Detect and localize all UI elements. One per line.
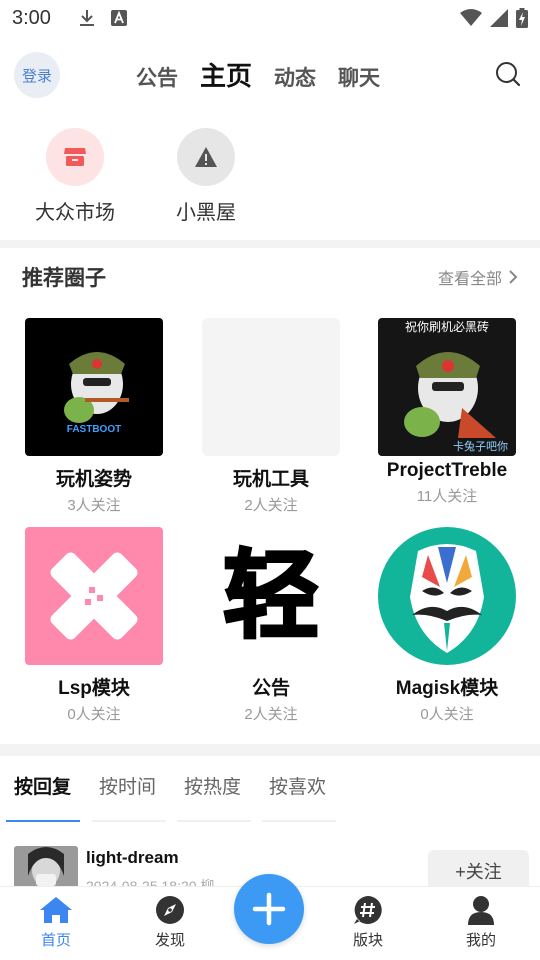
download-icon	[79, 10, 94, 26]
post-username[interactable]: light-dream	[86, 848, 179, 868]
recommended-header: 推荐圈子 查看全部	[22, 262, 518, 292]
section-divider	[0, 240, 540, 248]
circle-thumb: 轻	[202, 527, 340, 665]
circle-name: Lsp模块	[58, 678, 130, 699]
nav-item-sections[interactable]: 版块	[328, 895, 408, 950]
status-time: 3:00	[12, 6, 51, 29]
quick-label-market: 大众市场	[35, 202, 115, 224]
circle-card[interactable]: Magisk模块 0人关注	[357, 527, 537, 724]
section-divider	[0, 744, 540, 756]
circle-followers: 0人关注	[67, 706, 121, 723]
tab-announcement[interactable]: 公告	[136, 62, 178, 92]
circle-card[interactable]: FASTBOOT 玩机姿势 3人关注	[4, 318, 184, 515]
tab-home[interactable]: 主页	[200, 56, 252, 93]
top-tabs: 公告 主页 动态 聊天	[136, 56, 380, 93]
quick-entries: 大众市场 小黑屋	[0, 128, 540, 228]
warning-icon-circle	[177, 128, 235, 186]
compass-icon	[156, 896, 184, 924]
plus-icon	[252, 892, 286, 926]
thumb-caption-bottom: 卡兔子吧你	[453, 441, 508, 453]
sort-tab-underline	[262, 820, 336, 822]
signal-icon	[490, 9, 508, 27]
view-all-link[interactable]: 查看全部	[438, 265, 518, 289]
nav-label-me: 我的	[465, 932, 496, 949]
recommended-title: 推荐圈子	[22, 267, 106, 290]
nav-item-home[interactable]: 首页	[16, 895, 96, 950]
home-icon	[40, 897, 72, 923]
circle-name: 公告	[251, 678, 290, 699]
nav-item-me[interactable]: 我的	[441, 895, 521, 950]
login-button[interactable]: 登录	[14, 52, 60, 98]
circle-followers: 2人关注	[244, 706, 298, 723]
sort-tab-hot[interactable]: 按热度	[184, 772, 241, 799]
circle-name: ProjectTreble	[386, 460, 508, 481]
quick-item-market[interactable]: 大众市场	[25, 128, 125, 225]
user-icon	[468, 896, 494, 925]
circle-name: 玩机姿势	[55, 469, 132, 490]
circle-followers: 11人关注	[416, 488, 478, 505]
nav-label-discover: 发现	[154, 932, 185, 949]
lsposed-logo-image	[50, 552, 138, 640]
tab-activity[interactable]: 动态	[274, 62, 316, 92]
create-post-button[interactable]	[234, 874, 304, 944]
battery-icon	[516, 8, 528, 28]
circle-followers: 3人关注	[67, 497, 121, 514]
circle-card[interactable]: 轻 公告 2人关注	[181, 527, 361, 724]
circle-thumb	[378, 527, 516, 665]
sort-tab-underline	[177, 820, 251, 822]
mi-bunny-fastboot-image	[64, 352, 129, 423]
circle-name: Magisk模块	[395, 678, 499, 699]
store-icon-circle	[46, 128, 104, 186]
status-bar: 3:00	[0, 0, 540, 36]
circle-thumb	[25, 527, 163, 665]
circle-followers: 2人关注	[244, 497, 298, 514]
header: 登录 公告 主页 动态 聊天	[0, 50, 540, 100]
warning-icon	[195, 147, 217, 167]
sort-tab-underline	[92, 820, 166, 822]
circle-card[interactable]: Lsp模块 0人关注	[4, 527, 184, 724]
circle-card[interactable]: 祝你刷机必黑砖 卡兔子吧你 ProjectTreble 11人关注	[357, 318, 537, 506]
light-character-logo: 轻	[222, 540, 321, 652]
sort-tab-time[interactable]: 按时间	[99, 772, 156, 799]
circle-thumb: 祝你刷机必黑砖 卡兔子吧你	[378, 318, 516, 456]
search-icon[interactable]	[494, 60, 522, 88]
sort-tab-reply[interactable]: 按回复	[14, 772, 71, 799]
hashtag-icon	[354, 896, 382, 924]
nav-label-sections: 版块	[352, 932, 383, 949]
mi-bunny-treble-image	[404, 352, 496, 438]
sort-tab-indicator	[6, 820, 80, 822]
quick-label-blackroom: 小黑屋	[176, 202, 236, 224]
chevron-right-icon	[509, 270, 518, 284]
sort-tabs: 按回复 按时间 按热度 按喜欢	[14, 772, 326, 799]
wifi-icon	[460, 9, 482, 26]
sort-tab-like[interactable]: 按喜欢	[269, 772, 326, 799]
circle-card[interactable]: 玩机工具 2人关注	[181, 318, 361, 515]
nav-label-home: 首页	[40, 932, 71, 949]
circle-thumb	[202, 318, 340, 456]
nav-item-discover[interactable]: 发现	[130, 895, 210, 950]
quick-item-blackroom[interactable]: 小黑屋	[156, 128, 256, 225]
a-icon	[110, 10, 127, 26]
store-icon	[64, 148, 86, 166]
magisk-logo-image	[410, 544, 484, 653]
tab-chat[interactable]: 聊天	[338, 62, 380, 92]
thumb-caption-top: 祝你刷机必黑砖	[404, 320, 489, 334]
circle-followers: 0人关注	[420, 706, 474, 723]
thumb-caption: FASTBOOT	[66, 424, 122, 435]
view-all-label: 查看全部	[437, 271, 502, 288]
circle-name: 玩机工具	[232, 469, 309, 490]
circle-thumb: FASTBOOT	[25, 318, 163, 456]
